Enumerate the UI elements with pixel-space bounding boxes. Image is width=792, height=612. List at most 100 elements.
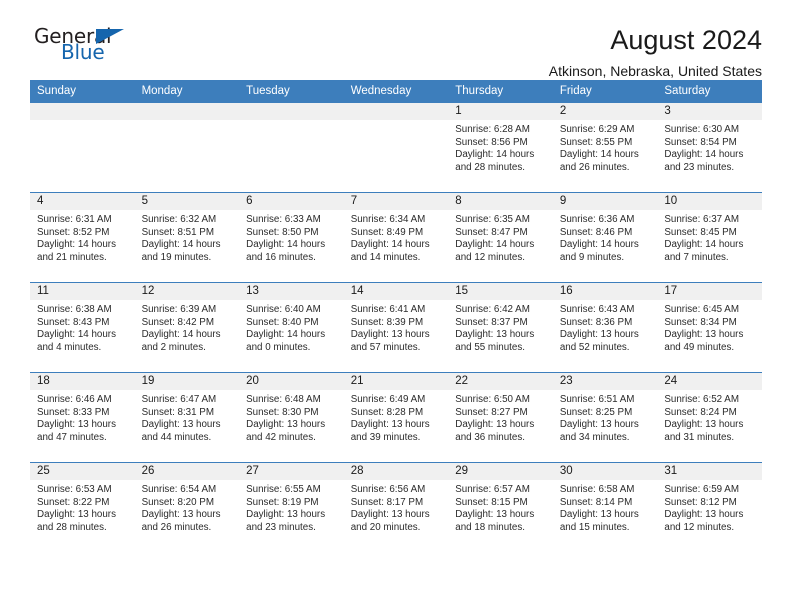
day-cell-details: Sunrise: 6:28 AM Sunset: 8:56 PM Daylight:… [448,120,553,174]
calendar-day-cell-empty [343,103,449,193]
day-number: 21 [343,373,449,390]
sunset-text: Sunset: 8:12 PM [664,496,737,508]
sunset-text: Sunset: 8:42 PM [141,316,214,328]
sunrise-text: Sunrise: 6:38 AM [37,304,112,315]
calendar-week-row: 4 Sunrise: 6:31 AM Sunset: 8:52 PM Daylight… [30,192,762,283]
calendar-day-cell[interactable]: 6 Sunrise: 6:33 AM Sunset: 8:50 PM Daylight… [239,192,344,283]
day-cell-inner: 9 Sunrise: 6:36 AM Sunset: 8:46 PM Daylight… [552,193,658,282]
calendar-day-cell[interactable]: 23 Sunrise: 6:51 AM Sunset: 8:25 PM Dayligh… [552,372,658,463]
calendar-day-cell[interactable]: 30 Sunrise: 6:58 AM Sunset: 8:14 PM Dayligh… [552,462,658,552]
sunset-text: Sunset: 8:45 PM [664,226,737,238]
day-number: 25 [30,463,135,480]
day-cell-details: Sunrise: 6:50 AM Sunset: 8:27 PM Daylight:… [448,390,553,444]
day-cell-details: Sunrise: 6:31 AM Sunset: 8:52 PM Daylight:… [30,210,135,264]
weekday-header-sunday: Sunday [30,80,135,103]
calendar-day-cell[interactable]: 20 Sunrise: 6:48 AM Sunset: 8:30 PM Dayligh… [239,372,344,463]
calendar-day-cell[interactable]: 17 Sunrise: 6:45 AM Sunset: 8:34 PM Dayligh… [657,282,762,373]
calendar-day-cell[interactable]: 16 Sunrise: 6:43 AM Sunset: 8:36 PM Dayligh… [552,282,658,373]
day-number: 24 [657,373,762,390]
calendar-day-cell[interactable]: 9 Sunrise: 6:36 AM Sunset: 8:46 PM Daylight… [552,192,658,283]
daylight-text: Daylight: 13 hours and 15 minutes. [559,509,639,533]
day-number: 9 [552,193,658,210]
sunrise-text: Sunrise: 6:51 AM [559,394,635,405]
calendar-day-cell[interactable]: 29 Sunrise: 6:57 AM Sunset: 8:15 PM Dayligh… [448,462,553,552]
daylight-text: Daylight: 14 hours and 7 minutes. [664,239,744,263]
weekday-header-thursday: Thursday [448,80,553,103]
calendar-day-cell[interactable]: 13 Sunrise: 6:40 AM Sunset: 8:40 PM Dayligh… [239,282,344,373]
calendar-day-cell[interactable]: 11 Sunrise: 6:38 AM Sunset: 8:43 PM Dayligh… [30,282,135,373]
calendar-day-cell[interactable]: 5 Sunrise: 6:32 AM Sunset: 8:51 PM Daylight… [134,192,240,283]
calendar-week-row: 25 Sunrise: 6:53 AM Sunset: 8:22 PM Dayligh… [30,462,762,552]
sunrise-text: Sunrise: 6:59 AM [664,484,739,495]
day-cell-inner: 30 Sunrise: 6:58 AM Sunset: 8:14 PM Dayligh… [552,463,658,552]
daylight-text: Daylight: 13 hours and 36 minutes. [455,419,535,443]
day-number [343,103,449,120]
calendar-day-cell[interactable]: 18 Sunrise: 6:46 AM Sunset: 8:33 PM Dayligh… [30,372,135,463]
day-cell-details: Sunrise: 6:53 AM Sunset: 8:22 PM Daylight:… [30,480,135,534]
sunrise-text: Sunrise: 6:43 AM [559,304,635,315]
day-cell-details: Sunrise: 6:47 AM Sunset: 8:31 PM Daylight:… [135,390,240,444]
calendar-week-row: 11 Sunrise: 6:38 AM Sunset: 8:43 PM Dayligh… [30,282,762,373]
day-number [30,103,135,120]
day-cell-inner: 5 Sunrise: 6:32 AM Sunset: 8:51 PM Daylight… [134,193,240,282]
daylight-text: Daylight: 13 hours and 23 minutes. [246,509,326,533]
day-cell-inner: 18 Sunrise: 6:46 AM Sunset: 8:33 PM Dayligh… [30,373,135,462]
calendar-day-cell[interactable]: 10 Sunrise: 6:37 AM Sunset: 8:45 PM Dayligh… [657,192,762,283]
sunset-text: Sunset: 8:43 PM [37,316,110,328]
day-cell-inner: 15 Sunrise: 6:42 AM Sunset: 8:37 PM Dayligh… [448,283,553,372]
daylight-text: Daylight: 14 hours and 2 minutes. [141,329,221,353]
calendar-day-cell[interactable]: 26 Sunrise: 6:54 AM Sunset: 8:20 PM Dayligh… [134,462,240,552]
calendar-day-cell[interactable]: 7 Sunrise: 6:34 AM Sunset: 8:49 PM Daylight… [343,192,449,283]
sunset-text: Sunset: 8:31 PM [141,406,214,418]
day-cell-inner: 20 Sunrise: 6:48 AM Sunset: 8:30 PM Dayligh… [239,373,344,462]
sunset-text: Sunset: 8:51 PM [141,226,214,238]
sunrise-text: Sunrise: 6:57 AM [455,484,530,495]
day-number: 26 [134,463,240,480]
calendar-day-cell[interactable]: 31 Sunrise: 6:59 AM Sunset: 8:12 PM Dayligh… [657,462,762,552]
daylight-text: Daylight: 13 hours and 18 minutes. [455,509,535,533]
calendar-day-cell[interactable]: 24 Sunrise: 6:52 AM Sunset: 8:24 PM Dayligh… [657,372,762,463]
sunset-text: Sunset: 8:17 PM [350,496,424,508]
calendar-day-cell[interactable]: 25 Sunrise: 6:53 AM Sunset: 8:22 PM Dayligh… [30,462,135,552]
day-cell-details: Sunrise: 6:33 AM Sunset: 8:50 PM Daylight:… [239,210,344,264]
calendar-day-cell[interactable]: 27 Sunrise: 6:55 AM Sunset: 8:19 PM Dayligh… [239,462,344,552]
day-cell-inner: 14 Sunrise: 6:41 AM Sunset: 8:39 PM Dayligh… [343,283,449,372]
calendar-day-cell-empty [30,103,135,193]
weekday-header-row: Sunday Monday Tuesday Wednesday Thursday… [30,80,762,103]
daylight-text: Daylight: 13 hours and 28 minutes. [37,509,116,533]
sunset-text: Sunset: 8:14 PM [559,496,633,508]
calendar-day-cell[interactable]: 4 Sunrise: 6:31 AM Sunset: 8:52 PM Daylight… [30,192,135,283]
day-cell-details: Sunrise: 6:43 AM Sunset: 8:36 PM Daylight:… [553,300,658,354]
calendar-day-cell[interactable]: 21 Sunrise: 6:49 AM Sunset: 8:28 PM Dayligh… [343,372,449,463]
page-header: General Blue August 2024 Atkinson, Nebra… [30,0,762,80]
sunset-text: Sunset: 8:33 PM [37,406,110,418]
calendar-day-cell[interactable]: 3 Sunrise: 6:30 AM Sunset: 8:54 PM Daylight… [657,103,762,193]
calendar-day-cell[interactable]: 22 Sunrise: 6:50 AM Sunset: 8:27 PM Dayligh… [448,372,553,463]
calendar-day-cell[interactable]: 2 Sunrise: 6:29 AM Sunset: 8:55 PM Daylight… [552,103,658,193]
day-cell-details: Sunrise: 6:30 AM Sunset: 8:54 PM Daylight:… [657,120,762,174]
page-title: August 2024 [610,25,762,55]
calendar-day-cell[interactable]: 14 Sunrise: 6:41 AM Sunset: 8:39 PM Dayligh… [343,282,449,373]
day-number: 6 [239,193,344,210]
day-number: 14 [343,283,449,300]
calendar-day-cell[interactable]: 8 Sunrise: 6:35 AM Sunset: 8:47 PM Daylight… [448,192,553,283]
sunrise-text: Sunrise: 6:40 AM [246,304,321,315]
day-cell-details: Sunrise: 6:54 AM Sunset: 8:20 PM Daylight:… [135,480,240,534]
general-blue-logo[interactable]: General Blue [30,26,142,72]
calendar-day-cell[interactable]: 1 Sunrise: 6:28 AM Sunset: 8:56 PM Daylight… [448,103,553,193]
sunset-text: Sunset: 8:15 PM [455,496,528,508]
calendar-day-cell[interactable]: 19 Sunrise: 6:47 AM Sunset: 8:31 PM Dayligh… [134,372,240,463]
day-number: 19 [134,373,240,390]
calendar-body: 1 Sunrise: 6:28 AM Sunset: 8:56 PM Daylight… [30,103,762,552]
day-cell-inner [239,103,344,192]
calendar-day-cell[interactable]: 12 Sunrise: 6:39 AM Sunset: 8:42 PM Dayligh… [134,282,240,373]
calendar-day-cell[interactable]: 15 Sunrise: 6:42 AM Sunset: 8:37 PM Dayligh… [448,282,553,373]
logo-text-blue: Blue [61,40,105,64]
sunset-text: Sunset: 8:24 PM [664,406,737,418]
location-subtitle: Atkinson, Nebraska, United States [548,63,762,80]
calendar-day-cell[interactable]: 28 Sunrise: 6:56 AM Sunset: 8:17 PM Dayligh… [343,462,449,552]
day-number: 13 [239,283,344,300]
day-cell-details: Sunrise: 6:51 AM Sunset: 8:25 PM Daylight:… [553,390,658,444]
day-cell-details: Sunrise: 6:59 AM Sunset: 8:12 PM Daylight:… [657,480,762,534]
daylight-text: Daylight: 13 hours and 26 minutes. [141,509,221,533]
